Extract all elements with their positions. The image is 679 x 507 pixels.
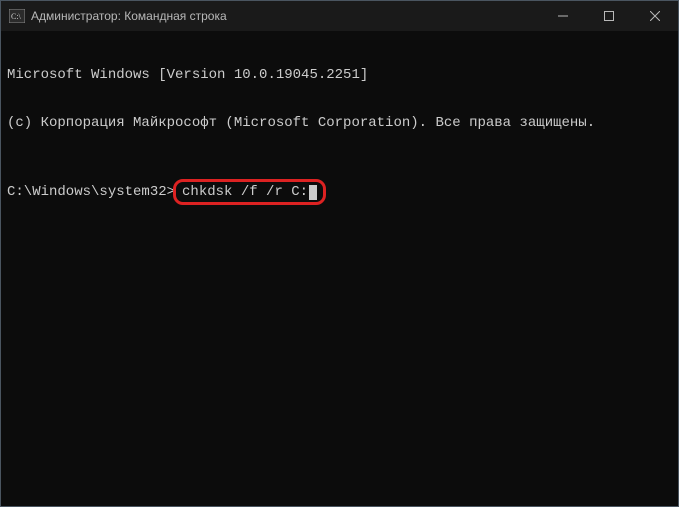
window-title: Администратор: Командная строка (31, 9, 540, 23)
svg-text:C:\: C:\ (11, 12, 22, 21)
maximize-button[interactable] (586, 1, 632, 31)
command-highlight: chkdsk /f /r C: (173, 179, 326, 205)
prompt-line: C:\Windows\system32> chkdsk /f /r C: (7, 179, 672, 205)
command-text: chkdsk /f /r C: (182, 184, 308, 200)
version-line: Microsoft Windows [Version 10.0.19045.22… (7, 67, 672, 83)
copyright-line: (c) Корпорация Майкрософт (Microsoft Cor… (7, 115, 672, 131)
window-controls (540, 1, 678, 31)
titlebar[interactable]: C:\ Администратор: Командная строка (1, 1, 678, 31)
cursor (309, 185, 317, 200)
terminal-body[interactable]: Microsoft Windows [Version 10.0.19045.22… (1, 31, 678, 506)
minimize-button[interactable] (540, 1, 586, 31)
close-button[interactable] (632, 1, 678, 31)
prompt-path: C:\Windows\system32> (7, 184, 175, 200)
command-prompt-window: C:\ Администратор: Командная строка Micr… (0, 0, 679, 507)
cmd-icon: C:\ (9, 9, 25, 23)
